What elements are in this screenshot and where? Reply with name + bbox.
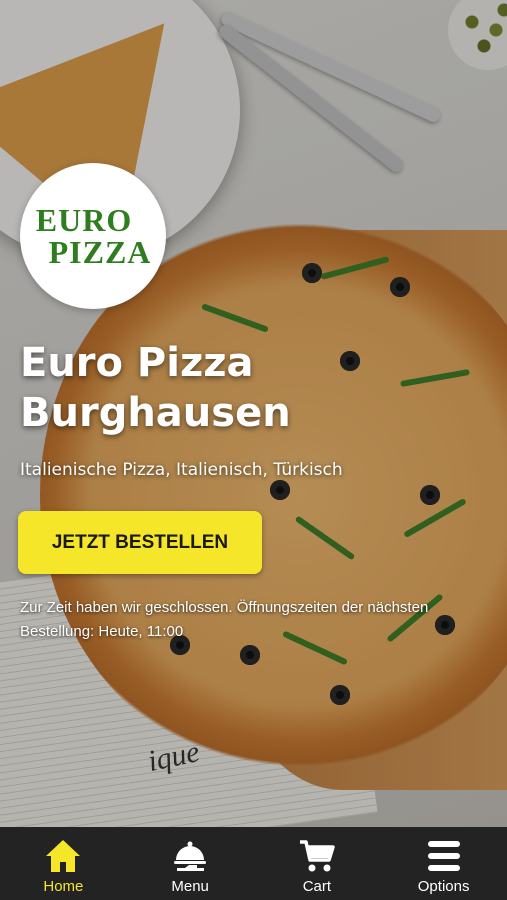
nav-item-options[interactable]: Options (381, 827, 507, 895)
serving-cloche-icon (174, 841, 207, 871)
logo-text-line1: EURO (35, 202, 133, 238)
nav-item-home[interactable]: Home (0, 827, 126, 895)
restaurant-title: Euro Pizza Burghausen (20, 340, 291, 436)
bottom-navigation: Home Menu Cart Options (0, 827, 507, 900)
nav-label-options: Options (417, 878, 470, 895)
order-now-button[interactable]: JETZT BESTELLEN (18, 511, 262, 574)
app-screen: ique EURO PIZZA Euro Pizza Burghausen It… (0, 0, 507, 900)
opening-hours-notice: Zur Zeit haben wir geschlossen. Öffnungs… (20, 599, 429, 640)
nav-label-cart: Cart (302, 878, 332, 895)
cuisine-subtitle: Italienische Pizza, Italienisch, Türkisc… (20, 460, 343, 480)
hero-dim-overlay (0, 0, 507, 900)
nav-label-home: Home (43, 878, 84, 895)
home-icon (46, 840, 81, 872)
nav-item-cart[interactable]: Cart (254, 827, 380, 895)
nav-item-menu[interactable]: Menu (127, 827, 253, 895)
nav-label-menu: Menu (171, 878, 209, 895)
brand-logo: EURO PIZZA (20, 163, 166, 309)
hamburger-menu-icon (427, 841, 460, 871)
cart-icon (299, 840, 335, 872)
logo-text-line2: PIZZA (48, 234, 152, 270)
hero-background: ique (0, 0, 507, 900)
